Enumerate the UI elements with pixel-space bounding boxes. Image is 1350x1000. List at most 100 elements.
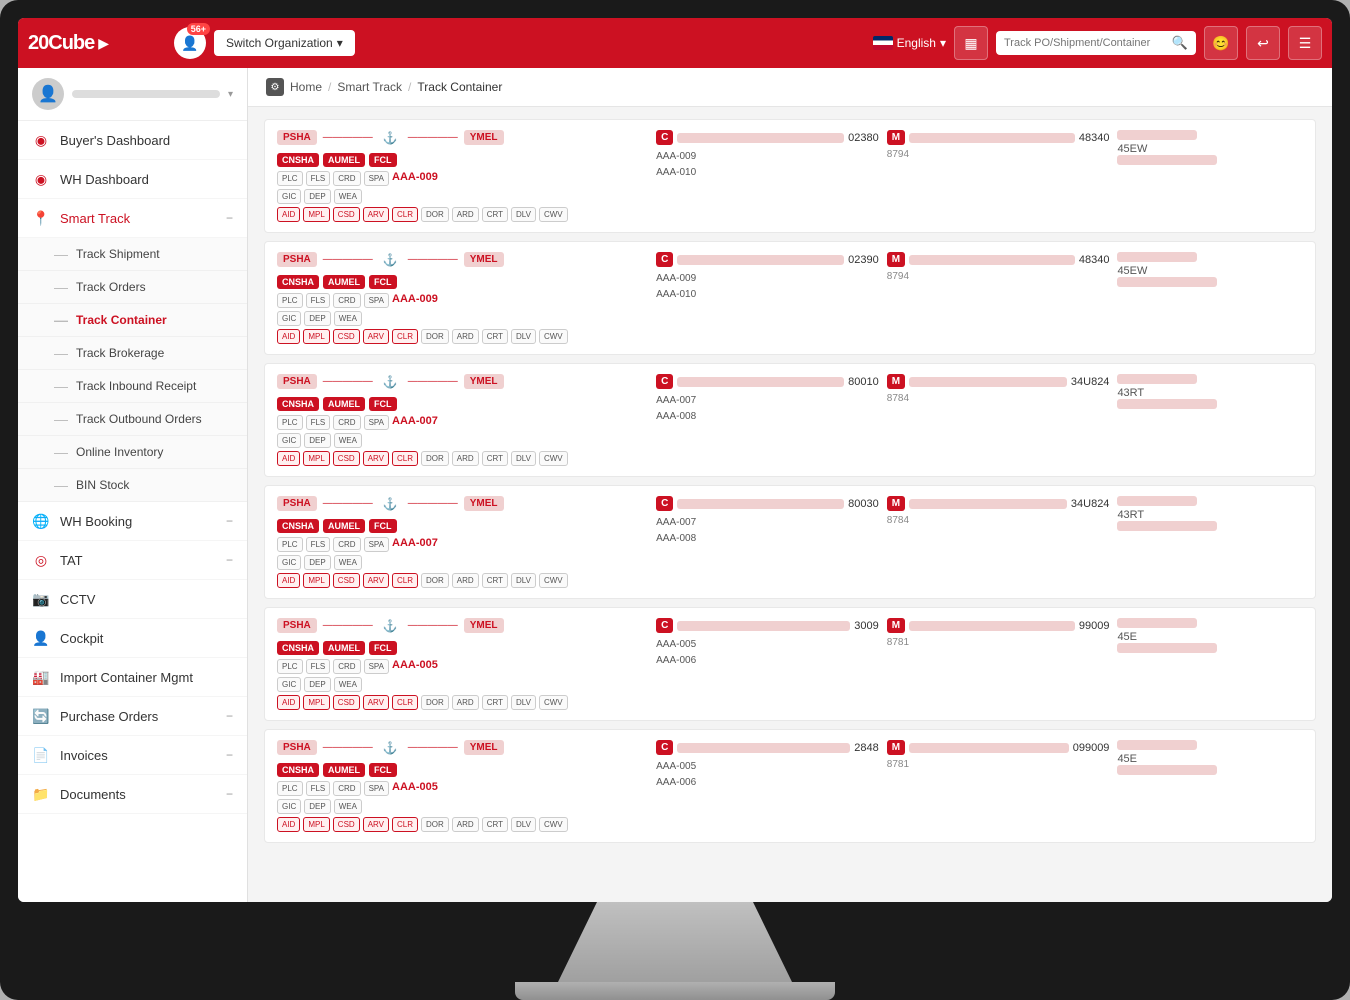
pill-status[interactable]: ARD	[452, 329, 479, 344]
po-link[interactable]: AAA-009	[392, 171, 438, 186]
pill[interactable]: FLS	[306, 537, 331, 552]
sidebar-item-purchase-orders[interactable]: 🔄 Purchase Orders −	[18, 697, 247, 736]
pill[interactable]: DEP	[304, 189, 330, 204]
menu-btn[interactable]: ☰	[1288, 26, 1322, 60]
pill-status[interactable]: CRT	[482, 329, 508, 344]
sub-track-container[interactable]: — Track Container	[18, 304, 247, 337]
sidebar-item-tat[interactable]: ◎ TAT −	[18, 541, 247, 580]
pill-status[interactable]: ARD	[452, 695, 479, 710]
pill[interactable]: CRD	[333, 781, 360, 796]
pill-status[interactable]: CSD	[333, 329, 360, 344]
pill[interactable]: PLC	[277, 781, 303, 796]
notification-badge[interactable]: 👤 56+	[174, 27, 206, 59]
pill-status[interactable]: DOR	[421, 451, 449, 466]
pill-status[interactable]: DOR	[421, 695, 449, 710]
sub-track-outbound[interactable]: — Track Outbound Orders	[18, 403, 247, 436]
expand-icon[interactable]: −	[226, 787, 233, 801]
pill-status[interactable]: CSD	[333, 695, 360, 710]
search-input[interactable]	[1004, 37, 1168, 49]
sidebar-item-import-container[interactable]: 🏭 Import Container Mgmt	[18, 658, 247, 697]
pill-status[interactable]: CWV	[539, 817, 568, 832]
po-link[interactable]: AAA-007	[392, 415, 438, 430]
sidebar-item-documents[interactable]: 📁 Documents −	[18, 775, 247, 814]
pill[interactable]: GIC	[277, 433, 301, 448]
pill-status[interactable]: AID	[277, 451, 300, 466]
pill[interactable]: CRD	[333, 171, 360, 186]
sidebar-item-invoices[interactable]: 📄 Invoices −	[18, 736, 247, 775]
breadcrumb-section[interactable]: Smart Track	[337, 80, 402, 94]
pill[interactable]: GIC	[277, 677, 301, 692]
pill[interactable]: WEA	[334, 189, 362, 204]
pill[interactable]: FLS	[306, 781, 331, 796]
pill-status[interactable]: CLR	[392, 207, 418, 222]
pill-status[interactable]: AID	[277, 695, 300, 710]
sub-track-inbound[interactable]: — Track Inbound Receipt	[18, 370, 247, 403]
pill-status[interactable]: DLV	[511, 451, 536, 466]
sub-track-brokerage[interactable]: — Track Brokerage	[18, 337, 247, 370]
pill-status[interactable]: CWV	[539, 695, 568, 710]
pill-status[interactable]: DLV	[511, 695, 536, 710]
pill-status[interactable]: ARV	[363, 207, 389, 222]
search-icon[interactable]: 🔍	[1172, 35, 1188, 51]
pill-status[interactable]: DOR	[421, 207, 449, 222]
pill-status[interactable]: DLV	[511, 817, 536, 832]
pill[interactable]: WEA	[334, 555, 362, 570]
pill[interactable]: FLS	[306, 293, 331, 308]
pill[interactable]: WEA	[334, 311, 362, 326]
pill-status[interactable]: MPL	[303, 817, 329, 832]
switch-org-button[interactable]: Switch Organization ▾	[214, 30, 355, 56]
sidebar-item-cctv[interactable]: 📷 CCTV	[18, 580, 247, 619]
pill[interactable]: GIC	[277, 555, 301, 570]
pill[interactable]: SPA	[364, 537, 389, 552]
pill-status[interactable]: ARV	[363, 817, 389, 832]
pill[interactable]: CRD	[333, 415, 360, 430]
po-link[interactable]: AAA-005	[392, 659, 438, 674]
expand-icon[interactable]: −	[226, 709, 233, 723]
sub-track-shipment[interactable]: — Track Shipment	[18, 238, 247, 271]
collapse-icon[interactable]: −	[226, 211, 233, 225]
pill[interactable]: WEA	[334, 433, 362, 448]
pill[interactable]: WEA	[334, 799, 362, 814]
pill-status[interactable]: ARV	[363, 695, 389, 710]
pill-status[interactable]: ARD	[452, 451, 479, 466]
sub-online-inventory[interactable]: — Online Inventory	[18, 436, 247, 469]
sub-track-orders[interactable]: — Track Orders	[18, 271, 247, 304]
pill[interactable]: PLC	[277, 537, 303, 552]
pill[interactable]: FLS	[306, 659, 331, 674]
pill[interactable]: PLC	[277, 293, 303, 308]
pill-status[interactable]: MPL	[303, 207, 329, 222]
language-selector[interactable]: English ▾	[873, 36, 946, 50]
pill-status[interactable]: MPL	[303, 329, 329, 344]
pill-status[interactable]: CRT	[482, 817, 508, 832]
pill[interactable]: PLC	[277, 171, 303, 186]
pill[interactable]: GIC	[277, 799, 301, 814]
pill-status[interactable]: MPL	[303, 695, 329, 710]
sub-bin-stock[interactable]: — BIN Stock	[18, 469, 247, 502]
pill-status[interactable]: MPL	[303, 573, 329, 588]
pill-status[interactable]: DLV	[511, 207, 536, 222]
pill-status[interactable]: DOR	[421, 329, 449, 344]
expand-icon[interactable]: −	[226, 748, 233, 762]
pill-status[interactable]: CLR	[392, 573, 418, 588]
pill[interactable]: SPA	[364, 659, 389, 674]
pill-status[interactable]: AID	[277, 817, 300, 832]
pill-status[interactable]: CSD	[333, 451, 360, 466]
pill-status[interactable]: ARD	[452, 207, 479, 222]
pill[interactable]: FLS	[306, 171, 331, 186]
pill-status[interactable]: MPL	[303, 451, 329, 466]
pill[interactable]: GIC	[277, 189, 301, 204]
pill[interactable]: PLC	[277, 659, 303, 674]
pill-status[interactable]: CWV	[539, 329, 568, 344]
pill-status[interactable]: CRT	[482, 573, 508, 588]
monitor-icon-btn[interactable]: ▦	[954, 26, 988, 60]
sidebar-item-smart-track[interactable]: 📍 Smart Track −	[18, 199, 247, 238]
pill[interactable]: GIC	[277, 311, 301, 326]
pill[interactable]: DEP	[304, 433, 330, 448]
sidebar-item-wh-dashboard[interactable]: ◉ WH Dashboard	[18, 160, 247, 199]
pill[interactable]: SPA	[364, 293, 389, 308]
pill-status[interactable]: DOR	[421, 817, 449, 832]
sidebar-item-wh-booking[interactable]: 🌐 WH Booking −	[18, 502, 247, 541]
pill-status[interactable]: ARV	[363, 451, 389, 466]
pill[interactable]: WEA	[334, 677, 362, 692]
pill-status[interactable]: ARD	[452, 573, 479, 588]
